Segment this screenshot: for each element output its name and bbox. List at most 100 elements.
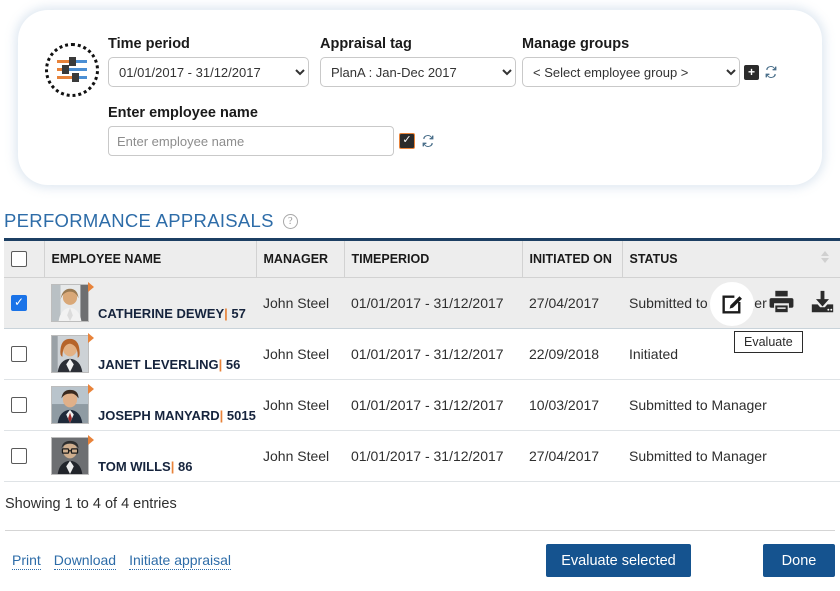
avatar — [51, 282, 94, 322]
initiated-on-cell: 10/03/2017 — [522, 379, 622, 431]
avatar — [51, 384, 94, 424]
column-status-label: STATUS — [629, 252, 678, 266]
table-row[interactable]: TOM WILLS| 86 John Steel 01/01/2017 - 31… — [4, 430, 840, 482]
initiated-on-cell: 27/04/2017 — [522, 277, 622, 329]
avatar — [51, 333, 94, 373]
manager-cell: John Steel — [256, 277, 344, 329]
employee-name-value: JANET LEVERLING — [98, 357, 219, 372]
edit-pencil-icon — [722, 295, 742, 314]
row-checkbox[interactable] — [11, 346, 27, 362]
employee-cell: JANET LEVERLING| 56 — [44, 328, 256, 380]
filter-panel: Time period 01/01/2017 - 31/12/2017 Appr… — [18, 10, 822, 185]
employee-name-value: JOSEPH MANYARD — [98, 408, 220, 423]
sort-updown-icon[interactable] — [821, 251, 830, 267]
filter-sliders-icon — [45, 43, 99, 97]
row-checkbox[interactable]: ✓ — [11, 295, 27, 311]
timeperiod-cell: 01/01/2017 - 31/12/2017 — [344, 328, 522, 380]
sliders-glyph — [57, 57, 87, 83]
employee-cell: TOM WILLS| 86 — [44, 430, 256, 482]
footer-links: Print Download Initiate appraisal — [12, 552, 232, 570]
help-circle-icon[interactable]: ? — [282, 213, 298, 229]
employee-name-text: TOM WILLS| 86 — [98, 459, 193, 474]
row-checkbox[interactable] — [11, 448, 27, 464]
timeperiod-cell: 01/01/2017 - 31/12/2017 — [344, 430, 522, 482]
table-row[interactable]: JANET LEVERLING| 56 John Steel 01/01/201… — [4, 328, 840, 380]
employee-cell: CATHERINE DEWEY| 57 — [44, 277, 256, 329]
employee-id-value: 5015 — [226, 408, 256, 423]
print-link[interactable]: Print — [12, 552, 41, 570]
appraisal-tag-group: Appraisal tag PlanA : Jan-Dec 2017 — [320, 36, 516, 87]
manager-cell: John Steel — [256, 430, 344, 482]
column-employee-name[interactable]: EMPLOYEE NAME — [44, 238, 257, 278]
page-title: PERFORMANCE APPRAISALS — [4, 210, 274, 231]
select-all-header — [4, 238, 45, 278]
footer-divider — [5, 530, 835, 531]
refresh-icon[interactable] — [420, 133, 436, 149]
evaluate-selected-button[interactable]: Evaluate selected — [546, 544, 691, 577]
table-header-row: EMPLOYEE NAME MANAGER TIMEPERIOD INITIAT… — [4, 238, 840, 278]
employee-name-input[interactable] — [108, 126, 394, 156]
column-manager[interactable]: MANAGER — [256, 238, 345, 278]
download-icon — [811, 290, 834, 313]
plus-square-icon[interactable]: + — [744, 64, 759, 80]
employee-name-text: CATHERINE DEWEY| 57 — [98, 306, 246, 321]
time-period-group: Time period 01/01/2017 - 31/12/2017 — [108, 36, 309, 87]
appraisal-tag-label: Appraisal tag — [320, 36, 412, 52]
manage-groups-group: Manage groups < Select employee group > … — [522, 36, 779, 87]
timeperiod-cell: 01/01/2017 - 31/12/2017 — [344, 379, 522, 431]
time-period-select[interactable]: 01/01/2017 - 31/12/2017 — [108, 57, 309, 87]
slider-line-1 — [57, 57, 87, 66]
appraisals-table: EMPLOYEE NAME MANAGER TIMEPERIOD INITIAT… — [4, 238, 840, 482]
appraisal-tag-select[interactable]: PlanA : Jan-Dec 2017 — [320, 57, 516, 87]
expand-triangle-icon[interactable] — [88, 435, 94, 445]
slider-line-3 — [57, 73, 87, 82]
checkbox-checked-icon[interactable]: ✓ — [399, 133, 415, 149]
download-action[interactable] — [809, 288, 836, 320]
table-row[interactable]: JOSEPH MANYARD| 5015 John Steel 01/01/20… — [4, 379, 840, 431]
row-action-icons — [710, 282, 836, 326]
printer-icon — [769, 290, 794, 313]
slider-line-2 — [57, 65, 87, 74]
select-all-checkbox[interactable] — [11, 251, 27, 267]
done-button[interactable]: Done — [763, 544, 835, 577]
row-select-cell — [4, 328, 44, 380]
refresh-icon[interactable] — [763, 64, 779, 80]
column-initiated-on[interactable]: INITIATED ON — [522, 238, 623, 278]
row-select-cell — [4, 430, 44, 482]
initiate-appraisal-link[interactable]: Initiate appraisal — [129, 552, 232, 570]
expand-triangle-icon[interactable] — [88, 384, 94, 394]
manage-groups-select[interactable]: < Select employee group > — [522, 57, 740, 87]
employee-name-label: Enter employee name — [108, 105, 258, 121]
column-timeperiod[interactable]: TIMEPERIOD — [344, 238, 523, 278]
status-cell: Initiated — [622, 328, 840, 380]
timeperiod-cell: 01/01/2017 - 31/12/2017 — [344, 277, 522, 329]
initiated-on-cell: 27/04/2017 — [522, 430, 622, 482]
manage-groups-label: Manage groups — [522, 36, 630, 52]
employee-name-text: JANET LEVERLING| 56 — [98, 357, 241, 372]
print-action[interactable] — [768, 288, 795, 320]
download-link[interactable]: Download — [53, 552, 117, 570]
expand-triangle-icon[interactable] — [88, 333, 94, 343]
manager-cell: John Steel — [256, 328, 344, 380]
employee-name-value: CATHERINE DEWEY — [98, 306, 225, 321]
manager-cell: John Steel — [256, 379, 344, 431]
appraisals-table-wrap: EMPLOYEE NAME MANAGER TIMEPERIOD INITIAT… — [4, 238, 840, 482]
column-status[interactable]: STATUS — [622, 238, 840, 278]
row-select-cell: ✓ — [4, 277, 44, 329]
employee-name-value: TOM WILLS — [98, 459, 171, 474]
avatar — [51, 435, 94, 475]
employee-name-text: JOSEPH MANYARD| 5015 — [98, 408, 256, 423]
time-period-label: Time period — [108, 36, 190, 52]
initiated-on-cell: 22/09/2018 — [522, 328, 622, 380]
entries-info: Showing 1 to 4 of 4 entries — [5, 496, 177, 512]
employee-id-value: 56 — [225, 357, 241, 372]
evaluate-action[interactable] — [710, 282, 754, 326]
employee-cell: JOSEPH MANYARD| 5015 — [44, 379, 256, 431]
status-cell: Submitted to Manager — [622, 379, 840, 431]
status-cell: Submitted to Manager — [622, 430, 840, 482]
employee-name-group: Enter employee name ✓ — [108, 105, 436, 156]
row-select-cell — [4, 379, 44, 431]
row-checkbox[interactable] — [11, 397, 27, 413]
expand-triangle-icon[interactable] — [88, 282, 94, 292]
page-title-row: PERFORMANCE APPRAISALS ? — [4, 210, 298, 232]
